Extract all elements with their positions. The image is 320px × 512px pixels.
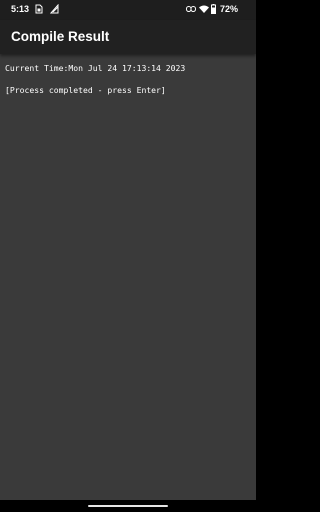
app-bar: Compile Result	[0, 20, 256, 54]
status-time: 5:13	[11, 4, 30, 14]
home-handle[interactable]	[88, 505, 168, 507]
console-line-process: [Process completed - press Enter]	[5, 85, 166, 95]
status-bar: 5:13 72%	[0, 0, 256, 20]
console-output[interactable]: Current Time:Mon Jul 24 17:13:14 2023 [P…	[0, 54, 256, 500]
link-icon	[186, 6, 196, 12]
console-line-time: Current Time:Mon Jul 24 17:13:14 2023	[5, 63, 186, 73]
battery-percent: 72%	[219, 4, 238, 14]
signal-check-icon	[50, 4, 59, 14]
battery-icon	[211, 4, 216, 14]
wifi-icon	[199, 5, 209, 13]
page-title: Compile Result	[11, 29, 110, 44]
sim-card-icon	[35, 4, 43, 14]
navigation-bar	[0, 500, 256, 512]
